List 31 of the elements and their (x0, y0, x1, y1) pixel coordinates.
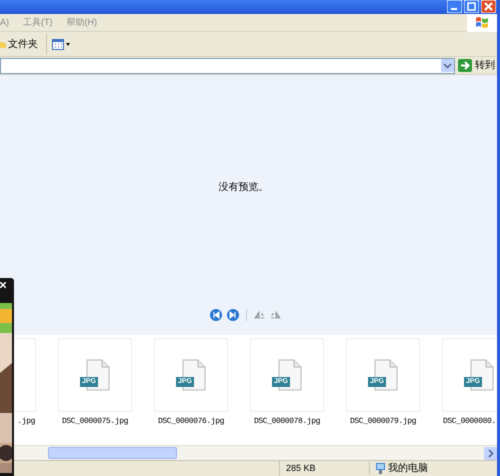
file-name: .jpg (17, 416, 35, 428)
dropdown-icon[interactable] (441, 59, 454, 72)
maximize-icon[interactable] (464, 0, 479, 13)
file-name: DSC_0000075.jpg (62, 416, 128, 428)
caret-icon (66, 42, 70, 46)
minimize-icon[interactable] (447, 0, 462, 13)
address-field[interactable] (0, 58, 455, 74)
next-icon[interactable] (227, 309, 239, 321)
menu-item[interactable]: 工具(T) (23, 16, 52, 30)
scroll-right-icon[interactable] (484, 446, 497, 460)
file-name: DSC_0000079.jpg (350, 416, 416, 428)
file-name: DSC_0000080. (443, 416, 496, 428)
size-status: 285 KB (280, 462, 370, 476)
previous-icon[interactable] (210, 309, 222, 321)
grid-view-icon (52, 38, 64, 50)
scrollbar-thumb[interactable] (48, 447, 177, 459)
rotate-right-icon[interactable] (270, 311, 281, 319)
go-button[interactable]: 转到 (458, 58, 495, 73)
flag-logo-icon (475, 16, 489, 29)
menu-item[interactable]: A) (0, 16, 9, 30)
file-name: DSC_0000078.jpg (254, 416, 320, 428)
menu-item[interactable]: 帮助(H) (66, 16, 97, 30)
rotate-left-icon[interactable] (254, 311, 265, 319)
views-button[interactable] (52, 38, 70, 50)
arrow-icon (458, 59, 472, 72)
no-preview-message: 没有预览。 (218, 181, 268, 195)
close-icon[interactable] (0, 282, 6, 288)
folders-button[interactable]: 文件夹 (8, 36, 38, 52)
computer-icon (376, 463, 385, 474)
file-name: DSC_0000076.jpg (158, 416, 224, 428)
location-status: 我的电脑 (388, 462, 428, 476)
